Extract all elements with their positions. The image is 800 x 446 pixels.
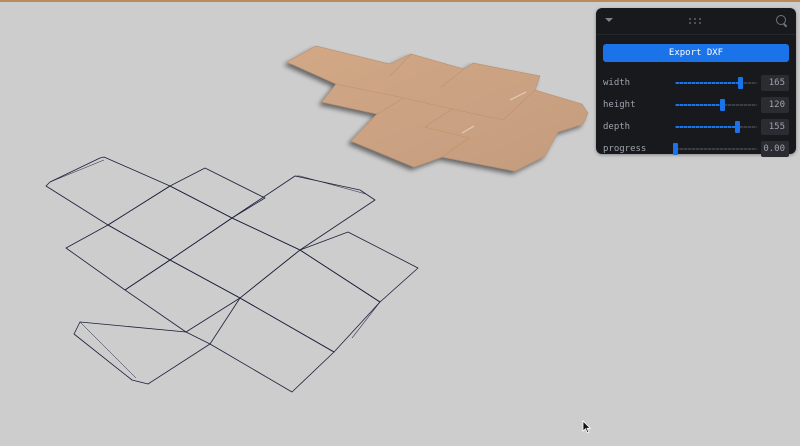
width-slider-ticks [675,82,757,84]
height-slider[interactable] [675,99,757,111]
param-label-height: height [603,100,636,110]
mouse-cursor-icon [582,420,592,434]
search-icon[interactable] [776,15,786,25]
parameter-panel: Export DXF width 165 height 120 depth 15… [596,8,796,157]
param-row-progress: progress 0.00 [596,140,796,158]
depth-slider-ticks [675,126,757,128]
width-slider[interactable] [675,77,757,89]
progress-slider-ticks [675,148,757,150]
param-row-depth: depth 155 [596,118,796,136]
width-slider-thumb[interactable] [737,77,743,89]
drag-handle-icon[interactable] [688,17,702,25]
depth-value-field[interactable]: 155 [761,119,789,135]
width-value-field[interactable]: 165 [761,75,789,91]
height-slider-thumb[interactable] [719,99,725,111]
param-row-width: width 165 [596,74,796,92]
height-value-field[interactable]: 120 [761,97,789,113]
progress-slider-thumb[interactable] [673,143,678,155]
box-net-wireframe [45,156,419,393]
param-label-progress: progress [603,144,647,154]
depth-slider-thumb[interactable] [734,121,740,133]
panel-header[interactable] [596,8,796,35]
chevron-down-icon[interactable] [605,18,613,22]
progress-value-field[interactable]: 0.00 [761,141,789,157]
param-label-width: width [603,78,631,88]
export-dxf-button[interactable]: Export DXF [603,44,789,62]
param-row-height: height 120 [596,96,796,114]
box-net-solid [286,45,589,172]
3d-viewport[interactable]: Export DXF width 165 height 120 depth 15… [0,0,800,446]
param-label-depth: depth [603,122,631,132]
depth-slider[interactable] [675,121,757,133]
progress-slider[interactable] [673,143,757,155]
height-slider-ticks [675,104,757,106]
